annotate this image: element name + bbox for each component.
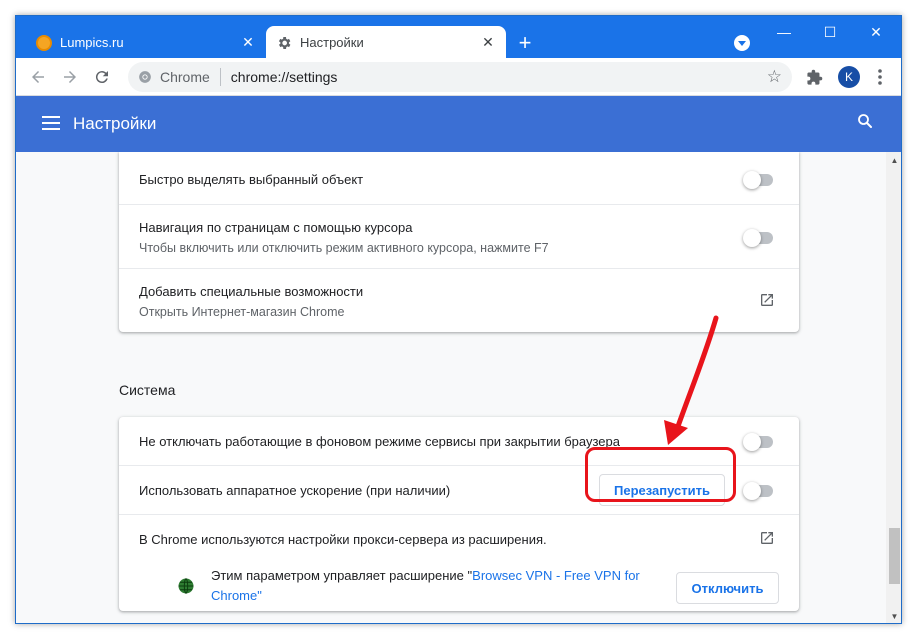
setting-sublabel: Открыть Интернет-магазин Chrome xyxy=(139,305,345,319)
minimize-button[interactable]: — xyxy=(761,20,807,44)
page-title: Настройки xyxy=(73,114,157,133)
tab-title: Lumpics.ru xyxy=(60,35,124,50)
scrollbar[interactable]: ▲ ▼ xyxy=(886,152,901,623)
setting-row[interactable]: Добавить специальные возможности Открыть… xyxy=(119,268,799,332)
close-tab-icon[interactable]: ✕ xyxy=(480,34,496,51)
tab-lumpics[interactable]: Lumpics.ru ✕ xyxy=(26,26,266,59)
lumpics-favicon-icon xyxy=(36,34,52,51)
browser-window: Lumpics.ru ✕ Настройки ✕ + — ☐ ✕ Chrome xyxy=(15,15,902,624)
origin-chip: Chrome xyxy=(160,69,210,85)
note-suffix: " xyxy=(257,588,262,603)
scroll-up-icon[interactable]: ▲ xyxy=(886,152,901,169)
tab-title: Настройки xyxy=(300,35,364,50)
open-external-icon[interactable] xyxy=(759,530,777,548)
section-title-system: Система xyxy=(119,382,176,398)
menu-button[interactable] xyxy=(868,65,892,89)
bookmark-star-icon[interactable]: ☆ xyxy=(767,67,782,87)
setting-row[interactable]: Быстро выделять выбранный объект xyxy=(119,152,799,204)
reload-icon xyxy=(95,71,108,84)
tab-search-icon[interactable] xyxy=(734,35,750,51)
caret-browsing-toggle[interactable] xyxy=(743,171,775,189)
extension-control-note: Этим параметром управляет расширение "Br… xyxy=(211,566,651,606)
more-vert-icon xyxy=(878,69,882,85)
setting-sublabel: Чтобы включить или отключить режим актив… xyxy=(139,241,549,255)
url-text[interactable]: chrome://settings xyxy=(231,69,338,85)
extensions-button[interactable] xyxy=(802,65,826,89)
back-arrow-icon xyxy=(32,71,44,83)
maximize-button[interactable]: ☐ xyxy=(807,20,853,44)
hardware-acceleration-toggle[interactable] xyxy=(743,482,775,500)
setting-label: В Chrome используются настройки прокси-с… xyxy=(139,532,547,547)
back-button[interactable] xyxy=(26,65,50,89)
toolbar: Chrome chrome://settings ☆ K xyxy=(16,58,901,96)
reload-button[interactable] xyxy=(90,65,114,89)
puzzle-icon xyxy=(806,69,822,85)
cursor-navigation-toggle[interactable] xyxy=(743,229,775,247)
tab-settings[interactable]: Настройки ✕ xyxy=(266,26,506,59)
new-tab-button[interactable]: + xyxy=(514,32,536,54)
search-icon[interactable] xyxy=(856,112,878,134)
forward-arrow-icon xyxy=(64,71,76,83)
close-window-button[interactable]: ✕ xyxy=(853,20,899,44)
gear-icon xyxy=(276,35,292,51)
setting-label: Использовать аппаратное ускорение (при н… xyxy=(139,483,451,498)
annotation-highlight-box xyxy=(585,447,736,502)
title-bar: Lumpics.ru ✕ Настройки ✕ + — ☐ ✕ xyxy=(16,16,901,59)
accessibility-card: Быстро выделять выбранный объект Навигац… xyxy=(119,152,799,332)
browsec-globe-icon xyxy=(177,577,195,595)
background-apps-toggle[interactable] xyxy=(743,433,775,451)
settings-header: Настройки xyxy=(16,96,901,152)
settings-content: Быстро выделять выбранный объект Навигац… xyxy=(16,152,886,623)
chrome-icon xyxy=(139,71,151,83)
setting-label: Навигация по страницам с помощью курсора xyxy=(139,220,413,235)
hamburger-menu-icon[interactable] xyxy=(42,116,60,130)
forward-button[interactable] xyxy=(58,65,82,89)
scroll-thumb[interactable] xyxy=(889,528,900,584)
profile-avatar[interactable]: K xyxy=(838,66,860,88)
address-bar[interactable]: Chrome chrome://settings ☆ xyxy=(128,62,792,92)
setting-row: В Chrome используются настройки прокси-с… xyxy=(119,514,799,611)
open-external-icon[interactable] xyxy=(759,292,777,310)
setting-label: Быстро выделять выбранный объект xyxy=(139,172,364,187)
setting-row[interactable]: Навигация по страницам с помощью курсора… xyxy=(119,204,799,268)
close-tab-icon[interactable]: ✕ xyxy=(240,34,256,51)
setting-label: Добавить специальные возможности xyxy=(139,284,364,299)
disable-extension-button[interactable]: Отключить xyxy=(676,572,779,604)
scroll-down-icon[interactable]: ▼ xyxy=(886,608,901,623)
setting-label: Не отключать работающие в фоновом режиме… xyxy=(139,434,620,449)
note-prefix: Этим параметром управляет расширение " xyxy=(211,568,473,583)
